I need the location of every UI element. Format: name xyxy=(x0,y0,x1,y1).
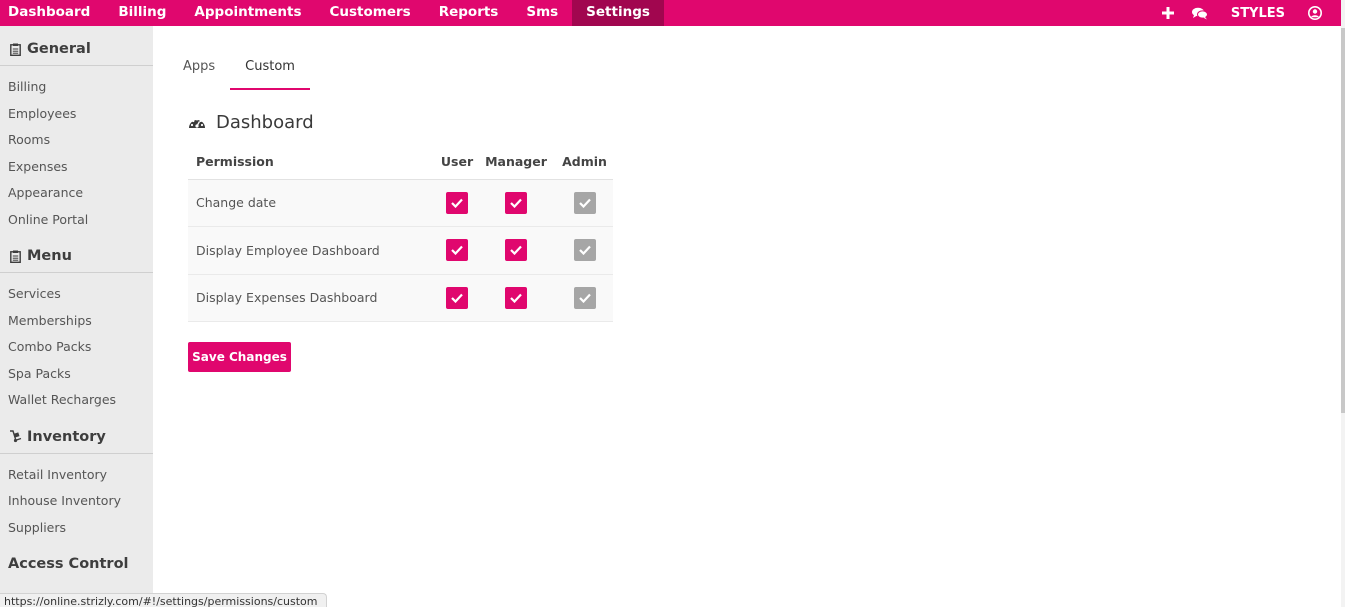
admin-checkbox-disabled xyxy=(573,191,596,214)
check-icon xyxy=(451,293,463,303)
panel-title: Dashboard xyxy=(188,112,314,133)
sidebar-item-retail-inventory[interactable]: Retail Inventory xyxy=(0,465,153,492)
sidebar-item-employees[interactable]: Employees xyxy=(0,104,153,131)
comments-icon[interactable] xyxy=(1183,0,1217,26)
sidebar-section-title: Inventory xyxy=(27,428,106,445)
sidebar-item-services[interactable]: Services xyxy=(0,284,153,311)
nav-customers[interactable]: Customers xyxy=(316,0,425,26)
navbar-right: STYLES xyxy=(1153,0,1331,26)
user-circle-icon[interactable] xyxy=(1299,0,1331,26)
check-icon xyxy=(510,246,522,256)
sidebar-section-title: General xyxy=(27,41,91,57)
sidebar-item-billing[interactable]: Billing xyxy=(0,77,153,104)
permission-label: Display Expenses Dashboard xyxy=(188,274,438,322)
tab-custom[interactable]: Custom xyxy=(230,52,310,90)
nav-reports[interactable]: Reports xyxy=(425,0,513,26)
manager-checkbox[interactable] xyxy=(505,286,527,309)
settings-tabs: Apps Custom xyxy=(168,52,310,90)
sidebar-item-online-portal[interactable]: Online Portal xyxy=(0,210,153,237)
manager-checkbox[interactable] xyxy=(505,191,527,214)
sidebar-section-title: Menu xyxy=(27,248,72,264)
table-row: Change date xyxy=(188,179,613,227)
dashboard-gauge-icon xyxy=(188,116,206,130)
clipboard-icon xyxy=(8,250,22,263)
sidebar-item-expenses[interactable]: Expenses xyxy=(0,157,153,184)
manager-checkbox[interactable] xyxy=(505,239,527,262)
divider xyxy=(0,452,153,454)
top-navbar: Dashboard Billing Appointments Customers… xyxy=(0,0,1341,26)
column-header-permission: Permission xyxy=(188,145,438,180)
sidebar-section-inventory: Inventory xyxy=(0,425,153,449)
admin-checkbox-disabled xyxy=(573,239,596,262)
panel-title-text: Dashboard xyxy=(216,112,314,133)
user-checkbox[interactable] xyxy=(446,239,468,262)
save-changes-button[interactable]: Save Changes xyxy=(188,342,291,372)
column-header-admin: Admin xyxy=(556,145,613,180)
plus-icon[interactable] xyxy=(1153,0,1183,26)
divider xyxy=(0,272,153,273)
nav-appointments[interactable]: Appointments xyxy=(180,0,315,26)
check-icon xyxy=(451,198,463,208)
check-icon xyxy=(510,198,522,208)
clipboard-icon xyxy=(8,43,22,56)
dolly-icon xyxy=(8,430,22,443)
sidebar-item-inhouse-inventory[interactable]: Inhouse Inventory xyxy=(0,491,153,518)
sidebar-item-spa-packs[interactable]: Spa Packs xyxy=(0,364,153,391)
sidebar-item-combo-packs[interactable]: Combo Packs xyxy=(0,337,153,364)
browser-status-url: https://online.strizly.com/#!/settings/p… xyxy=(0,593,327,607)
nav-billing[interactable]: Billing xyxy=(104,0,180,26)
sidebar-section-title: Access Control xyxy=(8,556,129,572)
sidebar-item-appearance[interactable]: Appearance xyxy=(0,183,153,210)
styles-link[interactable]: STYLES xyxy=(1217,0,1299,26)
permissions-table: Permission User Manager Admin Change dat… xyxy=(188,145,613,322)
settings-sidebar: General Billing Employees Rooms Expenses… xyxy=(0,26,153,607)
permission-label: Display Employee Dashboard xyxy=(188,226,438,275)
user-checkbox[interactable] xyxy=(446,191,468,214)
check-icon xyxy=(451,246,463,256)
check-icon xyxy=(578,293,591,303)
sidebar-section-menu: Menu xyxy=(0,244,153,268)
table-row: Display Expenses Dashboard xyxy=(188,274,613,322)
column-header-user: User xyxy=(438,145,476,180)
page-scrollbar-thumb[interactable] xyxy=(1341,28,1345,413)
sidebar-item-rooms[interactable]: Rooms xyxy=(0,130,153,157)
sidebar-item-wallet-recharges[interactable]: Wallet Recharges xyxy=(0,390,153,417)
admin-checkbox-disabled xyxy=(573,286,596,309)
nav-sms[interactable]: Sms xyxy=(512,0,572,26)
sidebar-section-general: General xyxy=(0,37,153,61)
table-row: Display Employee Dashboard xyxy=(188,226,613,275)
nav-settings[interactable]: Settings xyxy=(572,0,664,26)
divider xyxy=(0,65,153,66)
column-header-manager: Manager xyxy=(476,145,556,180)
sidebar-section-access-control: Access Control xyxy=(0,552,153,576)
table-header-row: Permission User Manager Admin xyxy=(188,145,613,180)
sidebar-item-memberships[interactable]: Memberships xyxy=(0,311,153,338)
sidebar-item-suppliers[interactable]: Suppliers xyxy=(0,518,153,545)
permission-label: Change date xyxy=(188,179,438,227)
check-icon xyxy=(578,198,591,208)
tab-apps[interactable]: Apps xyxy=(168,52,230,90)
check-icon xyxy=(578,246,591,256)
user-checkbox[interactable] xyxy=(446,286,468,309)
check-icon xyxy=(510,293,522,303)
nav-dashboard[interactable]: Dashboard xyxy=(0,0,104,26)
